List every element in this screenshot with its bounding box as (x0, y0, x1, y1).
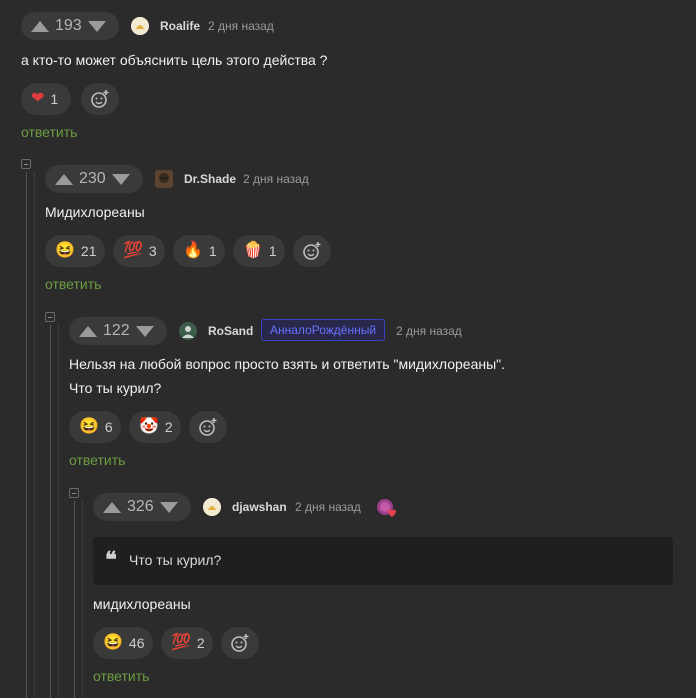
quote-block: ❝ Что ты курил? (93, 537, 673, 585)
clown-icon: 🤡 (139, 418, 159, 435)
reaction-count: 1 (50, 91, 59, 107)
vote-widget: 193 (21, 12, 119, 40)
avatar[interactable] (203, 498, 221, 516)
hundred-icon: 💯 (123, 242, 143, 259)
hundred-icon: 💯 (171, 634, 191, 651)
thread-line-1[interactable] (26, 172, 27, 698)
upvote-icon[interactable] (79, 325, 97, 337)
add-reaction-button[interactable] (293, 235, 331, 267)
reaction-count: 2 (164, 419, 173, 435)
downvote-icon[interactable] (111, 173, 130, 185)
comment-text: а кто-то может объяснить цель этого дейс… (21, 52, 328, 68)
upvote-icon[interactable] (31, 20, 49, 32)
avatar[interactable] (155, 170, 173, 188)
add-emoji-icon (303, 242, 321, 260)
award-icon[interactable] (376, 498, 396, 518)
add-reaction-button[interactable] (81, 83, 119, 115)
reaction-heart[interactable]: ❤ 1 (21, 83, 71, 115)
username[interactable]: Roalife (160, 19, 200, 33)
upvote-icon[interactable] (103, 501, 121, 513)
reply-link[interactable]: ответить (93, 668, 149, 684)
reaction-count: 1 (268, 243, 277, 259)
reaction-popcorn[interactable]: 🍿 1 (233, 235, 285, 267)
comment-text-line: Нельзя на любой вопрос просто взять и от… (69, 356, 506, 372)
reply-link[interactable]: ответить (69, 452, 125, 468)
vote-widget: 230 (45, 165, 143, 193)
upvote-icon[interactable] (55, 173, 73, 185)
thread-line-1b (34, 172, 35, 698)
score: 326 (127, 498, 154, 515)
add-emoji-icon (199, 418, 217, 436)
reaction-count: 6 (104, 419, 113, 435)
fire-icon: 🔥 (183, 242, 203, 259)
grin-icon: 😆 (103, 634, 123, 651)
avatar[interactable] (131, 17, 149, 35)
timestamp[interactable]: 2 дня назад (208, 19, 274, 33)
downvote-icon[interactable] (159, 501, 178, 513)
thread-line-2b (58, 325, 59, 698)
popcorn-icon: 🍿 (243, 242, 263, 259)
reaction-count: 46 (128, 635, 145, 651)
add-emoji-icon (231, 634, 249, 652)
quote-icon: ❝ (105, 547, 117, 573)
reaction-grin[interactable]: 😆 21 (45, 235, 105, 267)
score: 230 (79, 170, 106, 187)
quote-text: Что ты курил? (129, 552, 222, 568)
timestamp[interactable]: 2 дня назад (295, 500, 361, 514)
reply-link[interactable]: ответить (21, 124, 77, 140)
comment-text: мидихлореаны (93, 596, 191, 612)
reaction-grin[interactable]: 😆 46 (93, 627, 153, 659)
score: 193 (55, 17, 82, 34)
reaction-grin[interactable]: 😆 6 (69, 411, 121, 443)
username[interactable]: Dr.Shade (184, 172, 236, 186)
reaction-hundred[interactable]: 💯 2 (161, 627, 213, 659)
reaction-count: 1 (208, 243, 217, 259)
reaction-count: 2 (196, 635, 205, 651)
grin-icon: 😆 (55, 242, 75, 259)
reaction-count: 3 (148, 243, 157, 259)
downvote-icon[interactable] (87, 20, 106, 32)
score: 122 (103, 322, 130, 339)
user-badge: АнналоРождённый (261, 319, 386, 341)
thread-line-3[interactable] (74, 501, 75, 698)
add-reaction-button[interactable] (221, 627, 259, 659)
thread-line-3b (82, 501, 83, 698)
add-reaction-button[interactable] (189, 411, 227, 443)
timestamp[interactable]: 2 дня назад (243, 172, 309, 186)
collapse-toggle-1[interactable] (21, 159, 31, 169)
comment-text: Нельзя на любой вопрос просто взять и от… (69, 352, 505, 400)
avatar[interactable] (179, 322, 197, 340)
vote-widget: 122 (69, 317, 167, 345)
collapse-toggle-3[interactable] (69, 488, 79, 498)
thread-line-2[interactable] (50, 325, 51, 698)
reply-link[interactable]: ответить (45, 276, 101, 292)
timestamp[interactable]: 2 дня назад (396, 324, 462, 338)
downvote-icon[interactable] (135, 325, 154, 337)
username[interactable]: djawshan (232, 500, 287, 514)
reaction-hundred[interactable]: 💯 3 (113, 235, 165, 267)
add-emoji-icon (91, 90, 109, 108)
username[interactable]: RoSand (208, 324, 253, 338)
comment-text-line: Что ты курил? (69, 380, 162, 396)
vote-widget: 326 (93, 493, 191, 521)
reaction-count: 21 (80, 243, 97, 259)
reaction-clown[interactable]: 🤡 2 (129, 411, 181, 443)
collapse-toggle-2[interactable] (45, 312, 55, 322)
reaction-fire[interactable]: 🔥 1 (173, 235, 225, 267)
grin-icon: 😆 (79, 418, 99, 435)
heart-icon: ❤ (31, 90, 45, 107)
comment-text: Мидихлореаны (45, 204, 145, 220)
